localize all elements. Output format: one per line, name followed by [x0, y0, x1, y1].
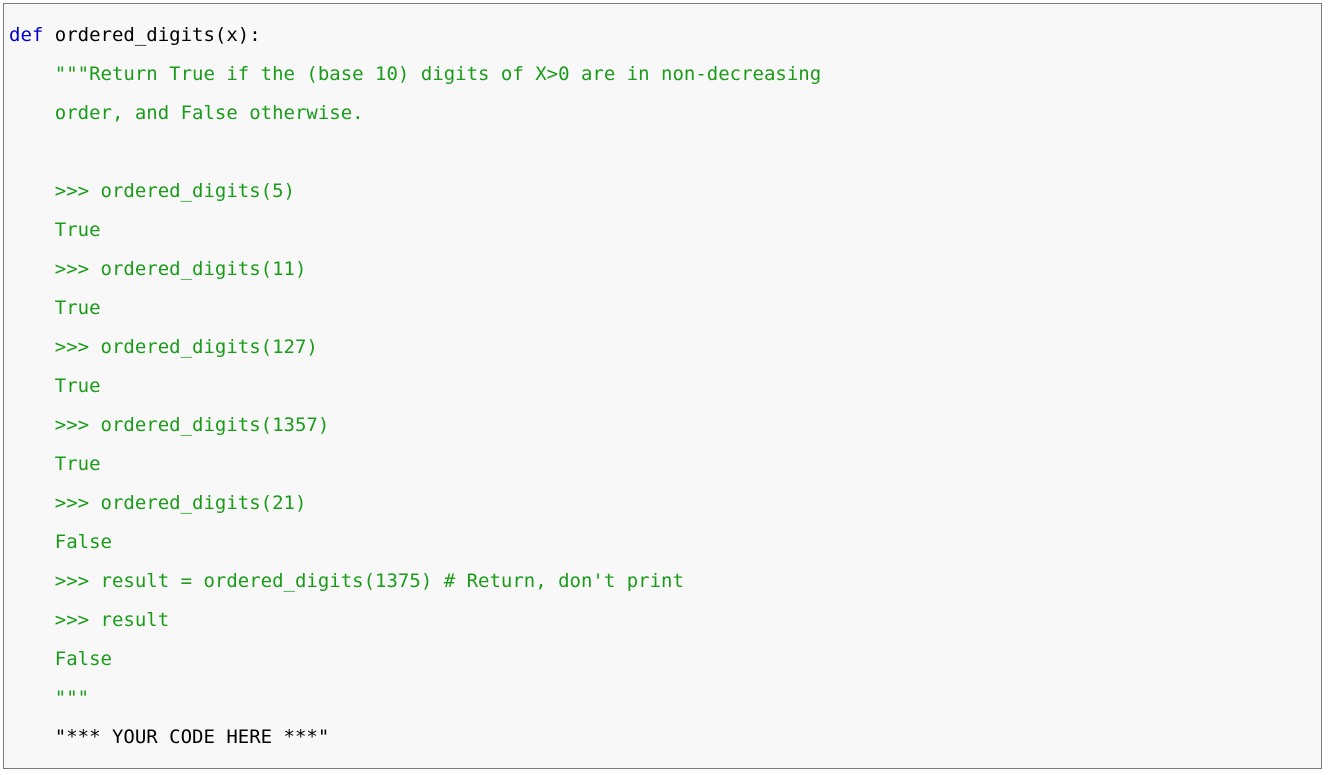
- code-block: def ordered_digits(x): """Return True if…: [3, 3, 1322, 769]
- docstring-line: >>> result: [9, 601, 821, 640]
- docstring-line: False: [9, 640, 821, 679]
- docstring-text: >>> ordered_digits(127): [54, 336, 318, 358]
- docstring-text: """: [54, 687, 90, 709]
- docstring-text: True: [54, 375, 101, 397]
- docstring-line: >>> ordered_digits(127): [9, 328, 821, 367]
- docstring-text: False: [54, 648, 112, 670]
- placeholder-string: "*** YOUR CODE HERE ***": [54, 726, 330, 748]
- docstring-line: >>> result = ordered_digits(1375) # Retu…: [9, 562, 821, 601]
- function-signature: ordered_digits(x):: [43, 24, 261, 46]
- docstring-line: True: [9, 289, 821, 328]
- docstring-line: False: [9, 523, 821, 562]
- docstring-text: True: [54, 219, 101, 241]
- docstring-text: >>> ordered_digits(5): [54, 180, 295, 202]
- code-lines: def ordered_digits(x): """Return True if…: [9, 16, 821, 757]
- docstring-text: >>> ordered_digits(11): [54, 258, 307, 280]
- docstring-line: [9, 133, 821, 172]
- docstring: """Return True if the (base 10) digits o…: [9, 55, 821, 718]
- docstring-text: True: [54, 453, 101, 475]
- def-keyword: def: [9, 24, 44, 46]
- docstring-line: True: [9, 445, 821, 484]
- docstring-line: >>> ordered_digits(5): [9, 172, 821, 211]
- docstring-text: >>> result: [54, 609, 170, 631]
- docstring-text: """Return True if the (base 10) digits o…: [54, 63, 822, 85]
- docstring-text: >>> ordered_digits(1357): [54, 414, 330, 436]
- code-line-body: "*** YOUR CODE HERE ***": [9, 718, 821, 757]
- docstring-line: order, and False otherwise.: [9, 94, 821, 133]
- code-line-def: def ordered_digits(x):: [9, 16, 821, 55]
- docstring-line: >>> ordered_digits(1357): [9, 406, 821, 445]
- docstring-line: >>> ordered_digits(11): [9, 250, 821, 289]
- docstring-line: True: [9, 367, 821, 406]
- docstring-line: """: [9, 679, 821, 718]
- docstring-text: False: [54, 531, 112, 553]
- docstring-text: >>> result = ordered_digits(1375) # Retu…: [54, 570, 684, 592]
- docstring-line: True: [9, 211, 821, 250]
- docstring-text: >>> ordered_digits(21): [54, 492, 307, 514]
- docstring-line: """Return True if the (base 10) digits o…: [9, 55, 821, 94]
- docstring-text: True: [54, 297, 101, 319]
- docstring-text: order, and False otherwise.: [54, 102, 364, 124]
- docstring-line: >>> ordered_digits(21): [9, 484, 821, 523]
